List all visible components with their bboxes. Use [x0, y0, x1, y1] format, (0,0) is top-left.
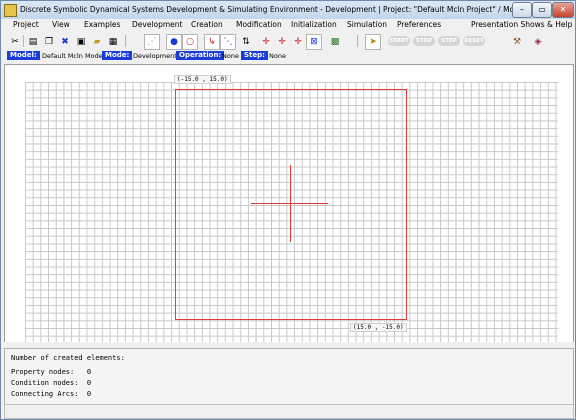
- scissors-icon[interactable]: ✂: [7, 34, 23, 50]
- align-right-icon[interactable]: ✛: [290, 34, 306, 50]
- stop-button[interactable]: STOP: [413, 36, 435, 46]
- print-icon[interactable]: ▦: [105, 34, 121, 50]
- toolbar-separator: [125, 35, 126, 47]
- menu-presentation-help[interactable]: Presentation Shows & Help: [471, 20, 572, 29]
- align-center-icon[interactable]: ✛: [274, 34, 290, 50]
- console-panel: Number of created elements: Property nod…: [4, 348, 574, 405]
- menu-preferences[interactable]: Preferences: [397, 20, 441, 29]
- align-box-icon[interactable]: ⊠: [306, 34, 322, 50]
- close-button[interactable]: ✕: [552, 2, 574, 18]
- menu-simulation[interactable]: Simulation: [347, 20, 387, 29]
- menu-view[interactable]: View: [52, 20, 70, 29]
- console-line-condition: Condition nodes: 0: [11, 379, 92, 387]
- open-folder-icon[interactable]: ▰: [89, 34, 105, 50]
- connect-icon[interactable]: ↳: [204, 34, 220, 50]
- start-button[interactable]: START: [388, 36, 410, 46]
- minimize-button[interactable]: –: [512, 2, 532, 18]
- title-bar: Discrete Symbolic Dynamical Systems Deve…: [1, 1, 575, 19]
- menu-creation[interactable]: Creation: [191, 20, 223, 29]
- book-icon[interactable]: ◈: [530, 34, 546, 50]
- bottom-right-coordinate: (15.0 , -15.0): [350, 323, 407, 332]
- status-row: Model: Default Mcln Model Mode: Developm…: [1, 50, 575, 62]
- group-icon[interactable]: ⋱: [220, 34, 236, 50]
- document-icon[interactable]: ▤: [25, 34, 41, 50]
- calculator-icon[interactable]: ▩: [327, 34, 343, 50]
- pane-splitter[interactable]: [1, 342, 575, 347]
- menu-development[interactable]: Development: [132, 20, 183, 29]
- menu-modification[interactable]: Modification: [236, 20, 282, 29]
- app-logo-icon: [4, 4, 17, 17]
- app-window: Discrete Symbolic Dynamical Systems Deve…: [0, 0, 576, 420]
- top-left-coordinate: (-15.0 , 15.0): [174, 75, 231, 84]
- console-header: Number of created elements:: [11, 354, 125, 362]
- menu-project[interactable]: Project: [13, 20, 39, 29]
- step-value: None: [269, 52, 286, 60]
- menu-examples[interactable]: Examples: [84, 20, 120, 29]
- condition-node-icon[interactable]: ○: [182, 34, 198, 50]
- operation-label: Operation:: [176, 51, 225, 60]
- console-line-property: Property nodes: 0: [11, 368, 92, 376]
- run-icon[interactable]: ➤: [365, 34, 381, 50]
- step-button[interactable]: STEP: [438, 36, 460, 46]
- toolbar: ✂ ▤ ❐ ✖ ▣ ▰ ▦ ⋰ ● ○ ↳ ⋱ ⇅ ✛ ✛ ✛ ⊠ ▩ ➤ ST…: [1, 32, 575, 51]
- property-node-icon[interactable]: ●: [166, 34, 182, 50]
- arc-tool-icon[interactable]: ⋰: [144, 34, 160, 50]
- status-bar: [4, 404, 574, 419]
- reset-button[interactable]: RESET: [463, 36, 485, 46]
- arrows-icon[interactable]: ⇅: [238, 34, 254, 50]
- mode-value: Development: [133, 52, 177, 60]
- window-title: Discrete Symbolic Dynamical Systems Deve…: [20, 5, 576, 14]
- toolbar-separator: [23, 35, 24, 47]
- menu-bar: Project View Examples Development Creati…: [1, 19, 575, 32]
- save-icon[interactable]: ▣: [73, 34, 89, 50]
- align-left-icon[interactable]: ✛: [258, 34, 274, 50]
- step-label: Step:: [241, 51, 268, 60]
- operation-value: None: [222, 52, 239, 60]
- maximize-button[interactable]: ▭: [532, 2, 552, 18]
- model-label: Model:: [7, 51, 40, 60]
- copy-icon[interactable]: ❐: [41, 34, 57, 50]
- model-boundary-frame: [175, 89, 407, 320]
- menu-initialization[interactable]: Initialization: [291, 20, 337, 29]
- console-line-arcs: Connecting Arcs: 0: [11, 390, 92, 398]
- close-doc-icon[interactable]: ✖: [57, 34, 73, 50]
- origin-vertical-axis: [290, 165, 291, 242]
- mode-label: Mode:: [102, 51, 133, 60]
- toolbar-separator: [357, 35, 358, 47]
- model-value: Default Mcln Model: [42, 52, 105, 60]
- tools-icon[interactable]: ⚒: [509, 34, 525, 50]
